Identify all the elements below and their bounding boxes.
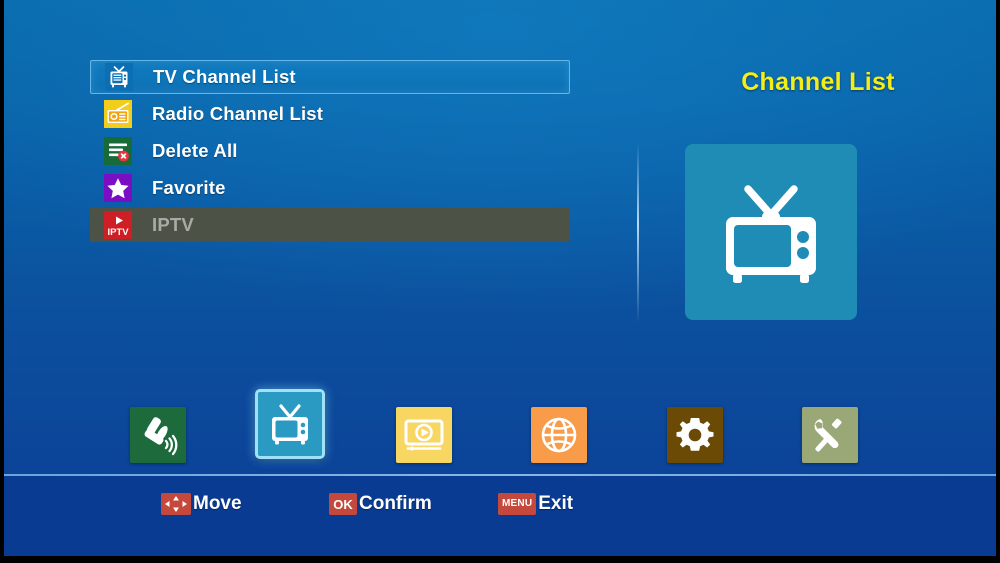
taskbar-item-tools[interactable] [802,407,858,463]
svg-text:IPTV: IPTV [107,227,129,238]
tools-icon [808,413,852,457]
taskbar-item-media-player[interactable] [396,407,452,463]
menu-item-label: Delete All [152,140,238,161]
tv-icon [266,400,314,448]
horizontal-divider [4,474,996,476]
delete-all-icon [104,137,132,165]
satellite-dish-icon [136,413,180,457]
iptv-icon: IPTV [104,211,132,239]
radio-icon [104,100,132,128]
menu-item-delete-all[interactable]: Delete All [90,134,570,168]
taskbar-item-tv[interactable] [255,389,325,459]
menu-item-tv-channel-list[interactable]: TV Channel List [90,60,570,94]
help-label: Move [193,493,242,514]
help-label: Exit [538,493,574,514]
menu-item-iptv[interactable]: IPTV IPTV [90,208,570,242]
taskbar-item-network[interactable] [531,407,587,463]
menu-item-label: TV Channel List [153,66,296,87]
screen-stage: TV Channel List Radio Channel List Delet… [4,0,996,556]
help-bar: Move OK Confirm MENU Exit [4,487,996,521]
help-item-move: Move [161,487,242,521]
ok-badge: OK [329,493,357,515]
tv-setup-screen: TV Channel List Radio Channel List Delet… [0,0,1000,563]
menu-item-label: IPTV [152,214,194,235]
channel-list-menu: TV Channel List Radio Channel List Delet… [90,60,570,245]
main-taskbar [4,383,996,469]
preview-tile [685,144,857,320]
menu-item-label: Radio Channel List [152,103,324,124]
gear-icon [674,414,716,456]
page-title: Channel List [741,68,895,96]
menu-item-radio-channel-list[interactable]: Radio Channel List [90,97,570,131]
dpad-arrows-icon [161,493,191,515]
star-icon [104,174,132,202]
globe-icon [538,414,580,456]
taskbar-item-settings[interactable] [667,407,723,463]
help-label: Confirm [359,493,432,514]
help-item-confirm: OK Confirm [329,487,432,521]
tv-icon [712,173,830,291]
help-item-exit: MENU Exit [498,487,573,521]
menu-item-label: Favorite [152,177,226,198]
media-player-icon [402,413,446,457]
menu-item-favorite[interactable]: Favorite [90,171,570,205]
vertical-divider [637,143,639,323]
tv-icon [105,63,133,91]
taskbar-item-satellite[interactable] [130,407,186,463]
menu-badge: MENU [498,493,537,515]
